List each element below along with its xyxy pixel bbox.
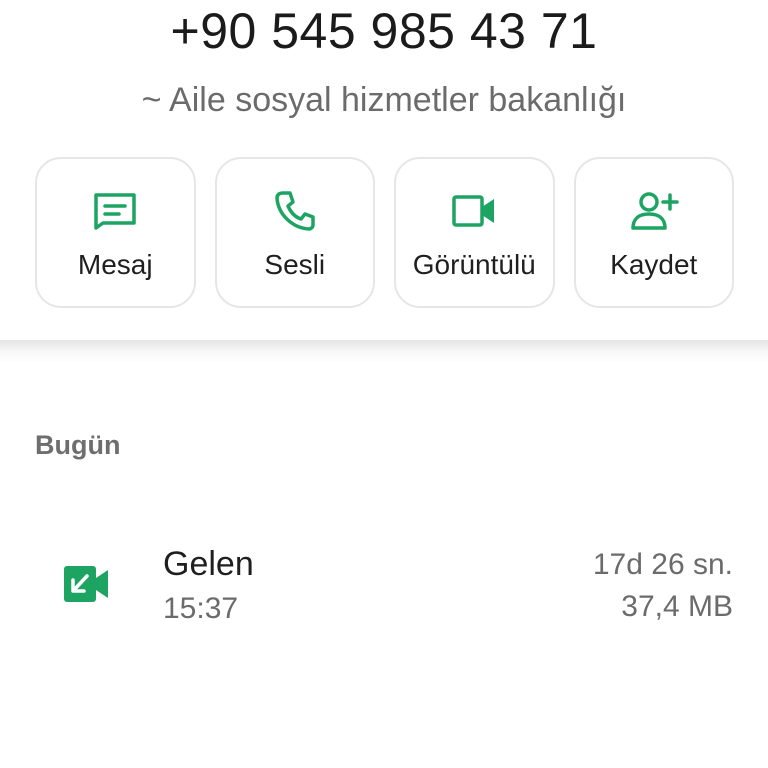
date-section-title: Bugün (35, 430, 121, 460)
voice-call-button-label: Sesli (264, 249, 326, 280)
contact-name: ~ Aile sosyal hizmetler bakanlığı (141, 81, 627, 119)
section-divider (0, 340, 768, 364)
call-data-size: 37,4 MB (621, 590, 733, 623)
message-button-label: Mesaj (77, 249, 153, 280)
save-contact-button-label: Kaydet (610, 249, 698, 280)
message-button[interactable]: Mesaj (35, 157, 196, 308)
add-contact-icon (576, 189, 733, 233)
phone-icon (217, 189, 374, 233)
video-icon (396, 189, 553, 233)
call-duration: 17d 26 sn. (592, 548, 733, 581)
call-time: 15:37 (163, 592, 239, 625)
action-buttons: Mesaj Sesli Görüntülü Kaydet (35, 157, 734, 308)
save-contact-button[interactable]: Kaydet (573, 157, 734, 308)
video-call-button-label: Görüntülü (412, 249, 536, 280)
contact-phone-number: +90 545 985 43 71 (170, 3, 598, 59)
voice-call-button[interactable]: Sesli (214, 157, 375, 308)
message-icon (37, 189, 194, 233)
incoming-video-call-icon (64, 566, 110, 602)
call-type: Gelen (163, 545, 254, 583)
contact-header: +90 545 985 43 71 ~ Aile sosyal hizmetle… (0, 0, 768, 340)
call-log-row[interactable]: Gelen 15:37 17d 26 sn. 37,4 MB (0, 530, 768, 640)
video-call-button[interactable]: Görüntülü (394, 157, 555, 308)
